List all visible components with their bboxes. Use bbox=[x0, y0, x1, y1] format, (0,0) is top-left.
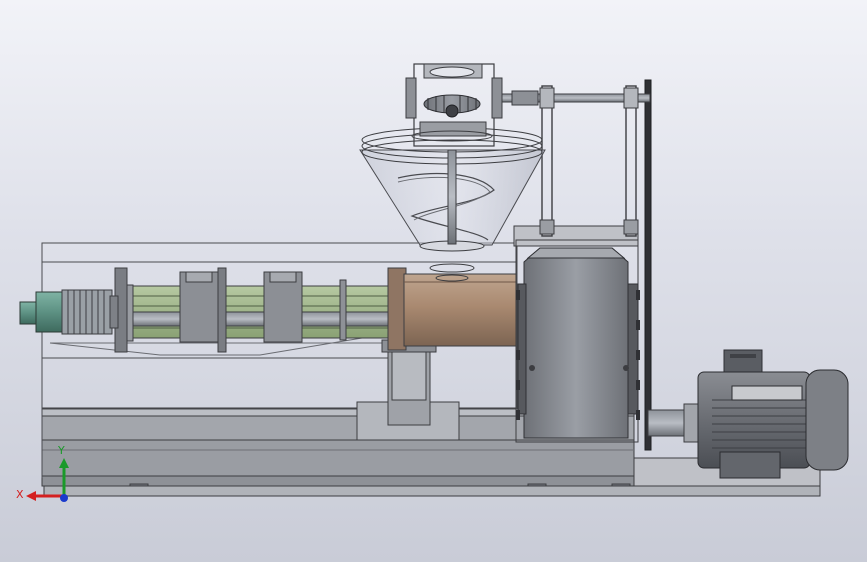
x-axis-label: X bbox=[16, 488, 24, 501]
x-axis-arrow-head bbox=[26, 491, 36, 501]
extruder-assembly-drawing bbox=[19, 63, 849, 497]
electric-motor bbox=[697, 349, 849, 479]
cad-viewport[interactable]: Y X bbox=[0, 0, 867, 562]
feed-barrel bbox=[387, 267, 517, 351]
y-axis-arrow-head bbox=[59, 458, 69, 468]
discharge-head bbox=[19, 289, 119, 335]
z-axis-dot bbox=[60, 494, 68, 502]
gearbox bbox=[513, 225, 640, 443]
agitator-drive bbox=[405, 63, 503, 147]
barrel-support-pedestal bbox=[356, 339, 460, 441]
coordinate-triad: Y X bbox=[16, 444, 69, 502]
y-axis-label: Y bbox=[57, 444, 65, 457]
motor-nameplate-icon bbox=[731, 385, 803, 401]
